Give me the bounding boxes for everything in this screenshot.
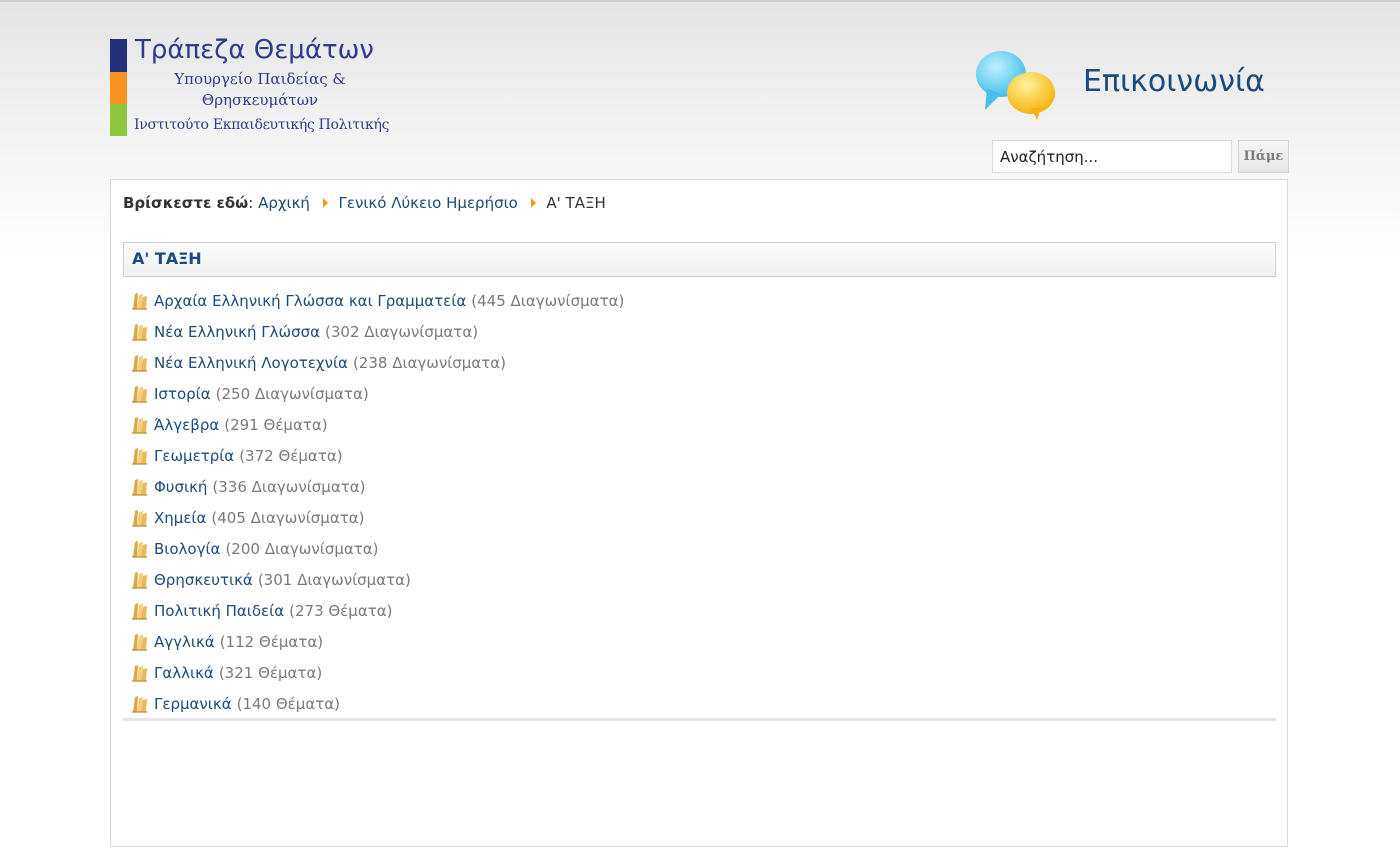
subject-count: (273 Θέματα) (289, 601, 393, 620)
folder-icon (129, 601, 149, 621)
folder-icon (129, 384, 149, 404)
subject-count: (336 Διαγωνίσματα) (212, 477, 366, 496)
category-title: Α' ΤΑΞΗ (123, 242, 1276, 277)
subject-count: (238 Διαγωνίσματα) (352, 353, 507, 372)
logo-subtitle-line1: Υπουργείο Παιδείας & (174, 70, 346, 88)
subject-item: Θρησκευτικά (301 Διαγωνίσματα) (129, 564, 624, 595)
breadcrumb-arrow-icon (530, 198, 536, 208)
breadcrumb-label: Βρίσκεστε εδώ (123, 194, 249, 212)
subject-count: (302 Διαγωνίσματα) (325, 322, 479, 341)
subject-item: Αρχαία Ελληνική Γλώσσα και Γραμματεία (44… (129, 285, 624, 316)
folder-icon (129, 570, 149, 590)
subject-count: (405 Διαγωνίσματα) (211, 508, 365, 527)
folder-icon (129, 694, 149, 714)
subject-link[interactable]: Νέα Ελληνική Γλώσσα (154, 323, 320, 341)
site-logo[interactable]: Τράπεζα Θεμάτων Υπουργείο Παιδείας & Θρη… (110, 35, 389, 139)
subject-count: (140 Θέματα) (236, 694, 340, 713)
subject-count: (372 Θέματα) (239, 446, 343, 465)
breadcrumb-link-home[interactable]: Αρχική (258, 194, 310, 212)
logo-institute: Ινστιτούτο Εκπαιδευτικής Πολιτικής (134, 117, 390, 133)
contact-link[interactable]: Επικοινωνία (975, 48, 1275, 123)
subject-item: Άλγεβρα (291 Θέματα) (129, 409, 624, 440)
subject-count: (250 Διαγωνίσματα) (215, 384, 369, 403)
subject-link[interactable]: Γαλλικά (154, 664, 214, 682)
speech-bubbles-icon (976, 51, 1055, 120)
subject-item: Βιολογία (200 Διαγωνίσματα) (129, 533, 624, 564)
folder-icon (129, 291, 149, 311)
subject-item: Αγγλικά (112 Θέματα) (129, 626, 624, 657)
subject-item: Γαλλικά (321 Θέματα) (129, 657, 624, 688)
folder-icon (129, 477, 149, 497)
subject-count: (321 Θέματα) (218, 663, 323, 682)
subject-count: (445 Διαγωνίσματα) (471, 291, 625, 310)
subject-item: Ιστορία (250 Διαγωνίσματα) (129, 378, 624, 409)
logo-bar-blue (110, 39, 127, 72)
subject-item: Γεωμετρία (372 Θέματα) (129, 440, 624, 471)
subject-item: Νέα Ελληνική Λογοτεχνία (238 Διαγωνίσματα… (129, 347, 624, 378)
subject-link[interactable]: Χημεία (154, 509, 206, 527)
subject-item: Πολιτική Παιδεία (273 Θέματα) (129, 595, 624, 626)
subject-link[interactable]: Πολιτική Παιδεία (154, 602, 284, 620)
subject-link[interactable]: Θρησκευτικά (154, 571, 253, 589)
breadcrumb: Βρίσκεστε εδώ: Αρχική Γενικό Λύκειο Ημερ… (123, 194, 606, 212)
subject-link[interactable]: Αρχαία Ελληνική Γλώσσα και Γραμματεία (154, 292, 466, 310)
contact-label: Επικοινωνία (1083, 64, 1265, 99)
subject-count: (112 Θέματα) (219, 632, 324, 651)
subject-count: (200 Διαγωνίσματα) (225, 539, 379, 558)
subject-link[interactable]: Γεωμετρία (154, 447, 234, 465)
logo-bar-orange (110, 72, 127, 104)
folder-icon (129, 663, 149, 683)
search-button[interactable]: Πάμε (1238, 140, 1289, 173)
subject-item: Γερμανικά (140 Θέματα) (129, 688, 624, 719)
subject-link[interactable]: Φυσική (154, 478, 207, 496)
subject-link[interactable]: Γερμανικά (154, 695, 232, 713)
subject-item: Χημεία (405 Διαγωνίσματα) (129, 502, 624, 533)
folder-icon (129, 632, 149, 652)
subject-list: Αρχαία Ελληνική Γλώσσα και Γραμματεία (44… (129, 285, 624, 719)
logo-subtitle-line2: Θρησκευμάτων (201, 91, 319, 109)
subject-link[interactable]: Άλγεβρα (154, 416, 219, 434)
logo-title: Τράπεζα Θεμάτων (135, 35, 374, 65)
subject-item: Φυσική (336 Διαγωνίσματα) (129, 471, 624, 502)
folder-icon (129, 415, 149, 435)
breadcrumb-arrow-icon (322, 198, 328, 208)
list-separator (123, 718, 1276, 721)
folder-icon (129, 508, 149, 528)
subject-count: (291 Θέματα) (224, 415, 328, 434)
subject-item: Νέα Ελληνική Γλώσσα (302 Διαγωνίσματα) (129, 316, 624, 347)
folder-icon (129, 446, 149, 466)
subject-link[interactable]: Ιστορία (154, 385, 211, 403)
folder-icon (129, 353, 149, 373)
breadcrumb-colon: : (248, 194, 259, 212)
content-panel: Βρίσκεστε εδώ: Αρχική Γενικό Λύκειο Ημερ… (110, 179, 1288, 847)
folder-icon (129, 539, 149, 559)
subject-count: (301 Διαγωνίσματα) (257, 570, 411, 589)
top-border-line (0, 0, 1400, 2)
logo-bar-green (110, 104, 127, 136)
breadcrumb-current: Α' ΤΑΞΗ (546, 194, 606, 212)
search-input[interactable] (992, 140, 1232, 173)
subject-link[interactable]: Νέα Ελληνική Λογοτεχνία (154, 354, 348, 372)
folder-icon (129, 322, 149, 342)
subject-link[interactable]: Βιολογία (154, 540, 220, 558)
breadcrumb-link-lyceum[interactable]: Γενικό Λύκειο Ημερήσιο (339, 194, 518, 212)
subject-link[interactable]: Αγγλικά (154, 633, 215, 651)
